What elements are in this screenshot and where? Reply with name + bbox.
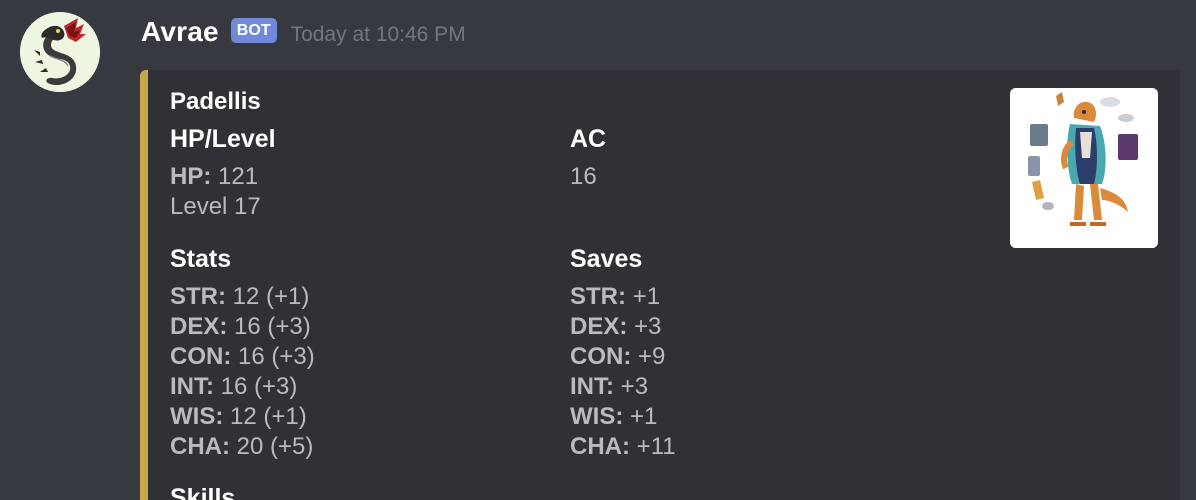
stat-label: DEX:: [170, 313, 228, 340]
save-label: CON:: [570, 343, 632, 370]
save-label: WIS:: [570, 403, 624, 430]
chat-message: Avrae BOT Today at 10:46 PM Padellis HP/…: [0, 0, 1196, 500]
stat-row: CON: 16 (+3): [170, 342, 550, 372]
field-name-skills: Skills: [170, 484, 236, 500]
field-name-saves: Saves: [570, 245, 643, 273]
bot-badge: BOT: [230, 17, 277, 43]
stat-label: CHA:: [170, 433, 230, 460]
save-value: +3: [620, 373, 649, 400]
stat-row: WIS: 12 (+1): [170, 402, 550, 432]
stat-value: 16 (+3): [234, 313, 311, 340]
message-timestamp: Today at 10:46 PM: [290, 23, 466, 46]
character-embed: Padellis HP/Level HP: 121 Level 17 AC 16…: [140, 70, 1180, 500]
hp-label: HP:: [170, 163, 212, 190]
field-hp-level: HP/Level HP: 121 Level 17: [170, 124, 550, 222]
dragon-avatar-icon[interactable]: [20, 12, 100, 92]
field-name-ac: AC: [570, 125, 607, 153]
save-row: INT: +3: [570, 372, 950, 402]
stat-row: STR: 12 (+1): [170, 282, 550, 312]
stat-value: 12 (+1): [232, 283, 310, 310]
stat-row: DEX: 16 (+3): [170, 312, 550, 342]
stat-row: INT: 16 (+3): [170, 372, 550, 402]
stat-row: CHA: 20 (+5): [170, 432, 550, 462]
field-name-hp-level: HP/Level: [170, 125, 276, 153]
stat-label: INT:: [170, 373, 214, 400]
embed-title: Padellis: [170, 88, 261, 115]
stat-label: WIS:: [170, 403, 224, 430]
field-name-stats: Stats: [170, 245, 232, 273]
field-ac: AC 16: [570, 124, 950, 192]
save-value: +9: [638, 343, 666, 370]
field-saves: Saves STR: +1 DEX: +3 CON: +9 INT: +3 WI…: [570, 244, 950, 462]
stat-label: CON:: [170, 343, 232, 370]
field-value-ac: 16: [570, 162, 950, 192]
ac-value: 16: [570, 163, 597, 190]
field-value-hp-level: HP: 121 Level 17: [170, 162, 550, 222]
message-header: Avrae BOT Today at 10:46 PM: [141, 12, 466, 52]
save-value: +1: [630, 403, 658, 430]
save-value: +3: [634, 313, 662, 340]
field-value-stats: STR: 12 (+1) DEX: 16 (+3) CON: 16 (+3) I…: [170, 282, 550, 462]
save-row: STR: +1: [570, 282, 950, 312]
save-value: +1: [632, 283, 661, 310]
stat-value: 20 (+5): [236, 433, 314, 460]
author-username[interactable]: Avrae: [141, 16, 219, 48]
save-label: STR:: [570, 283, 626, 310]
save-value: +11: [636, 433, 676, 460]
hp-value: 121: [218, 163, 259, 190]
save-row: WIS: +1: [570, 402, 950, 432]
stat-value: 16 (+3): [220, 373, 298, 400]
stat-value: 16 (+3): [238, 343, 315, 370]
field-value-saves: STR: +1 DEX: +3 CON: +9 INT: +3 WIS: +1 …: [570, 282, 950, 462]
field-skills: Skills: [170, 483, 550, 500]
stat-value: 12 (+1): [230, 403, 307, 430]
level-value: Level 17: [170, 193, 261, 220]
save-label: CHA:: [570, 433, 630, 460]
save-label: DEX:: [570, 313, 628, 340]
save-row: CHA: +11: [570, 432, 950, 462]
character-portrait-icon[interactable]: [1010, 88, 1158, 248]
save-row: DEX: +3: [570, 312, 950, 342]
stat-label: STR:: [170, 283, 226, 310]
save-label: INT:: [570, 373, 614, 400]
field-stats: Stats STR: 12 (+1) DEX: 16 (+3) CON: 16 …: [170, 244, 550, 462]
save-row: CON: +9: [570, 342, 950, 372]
